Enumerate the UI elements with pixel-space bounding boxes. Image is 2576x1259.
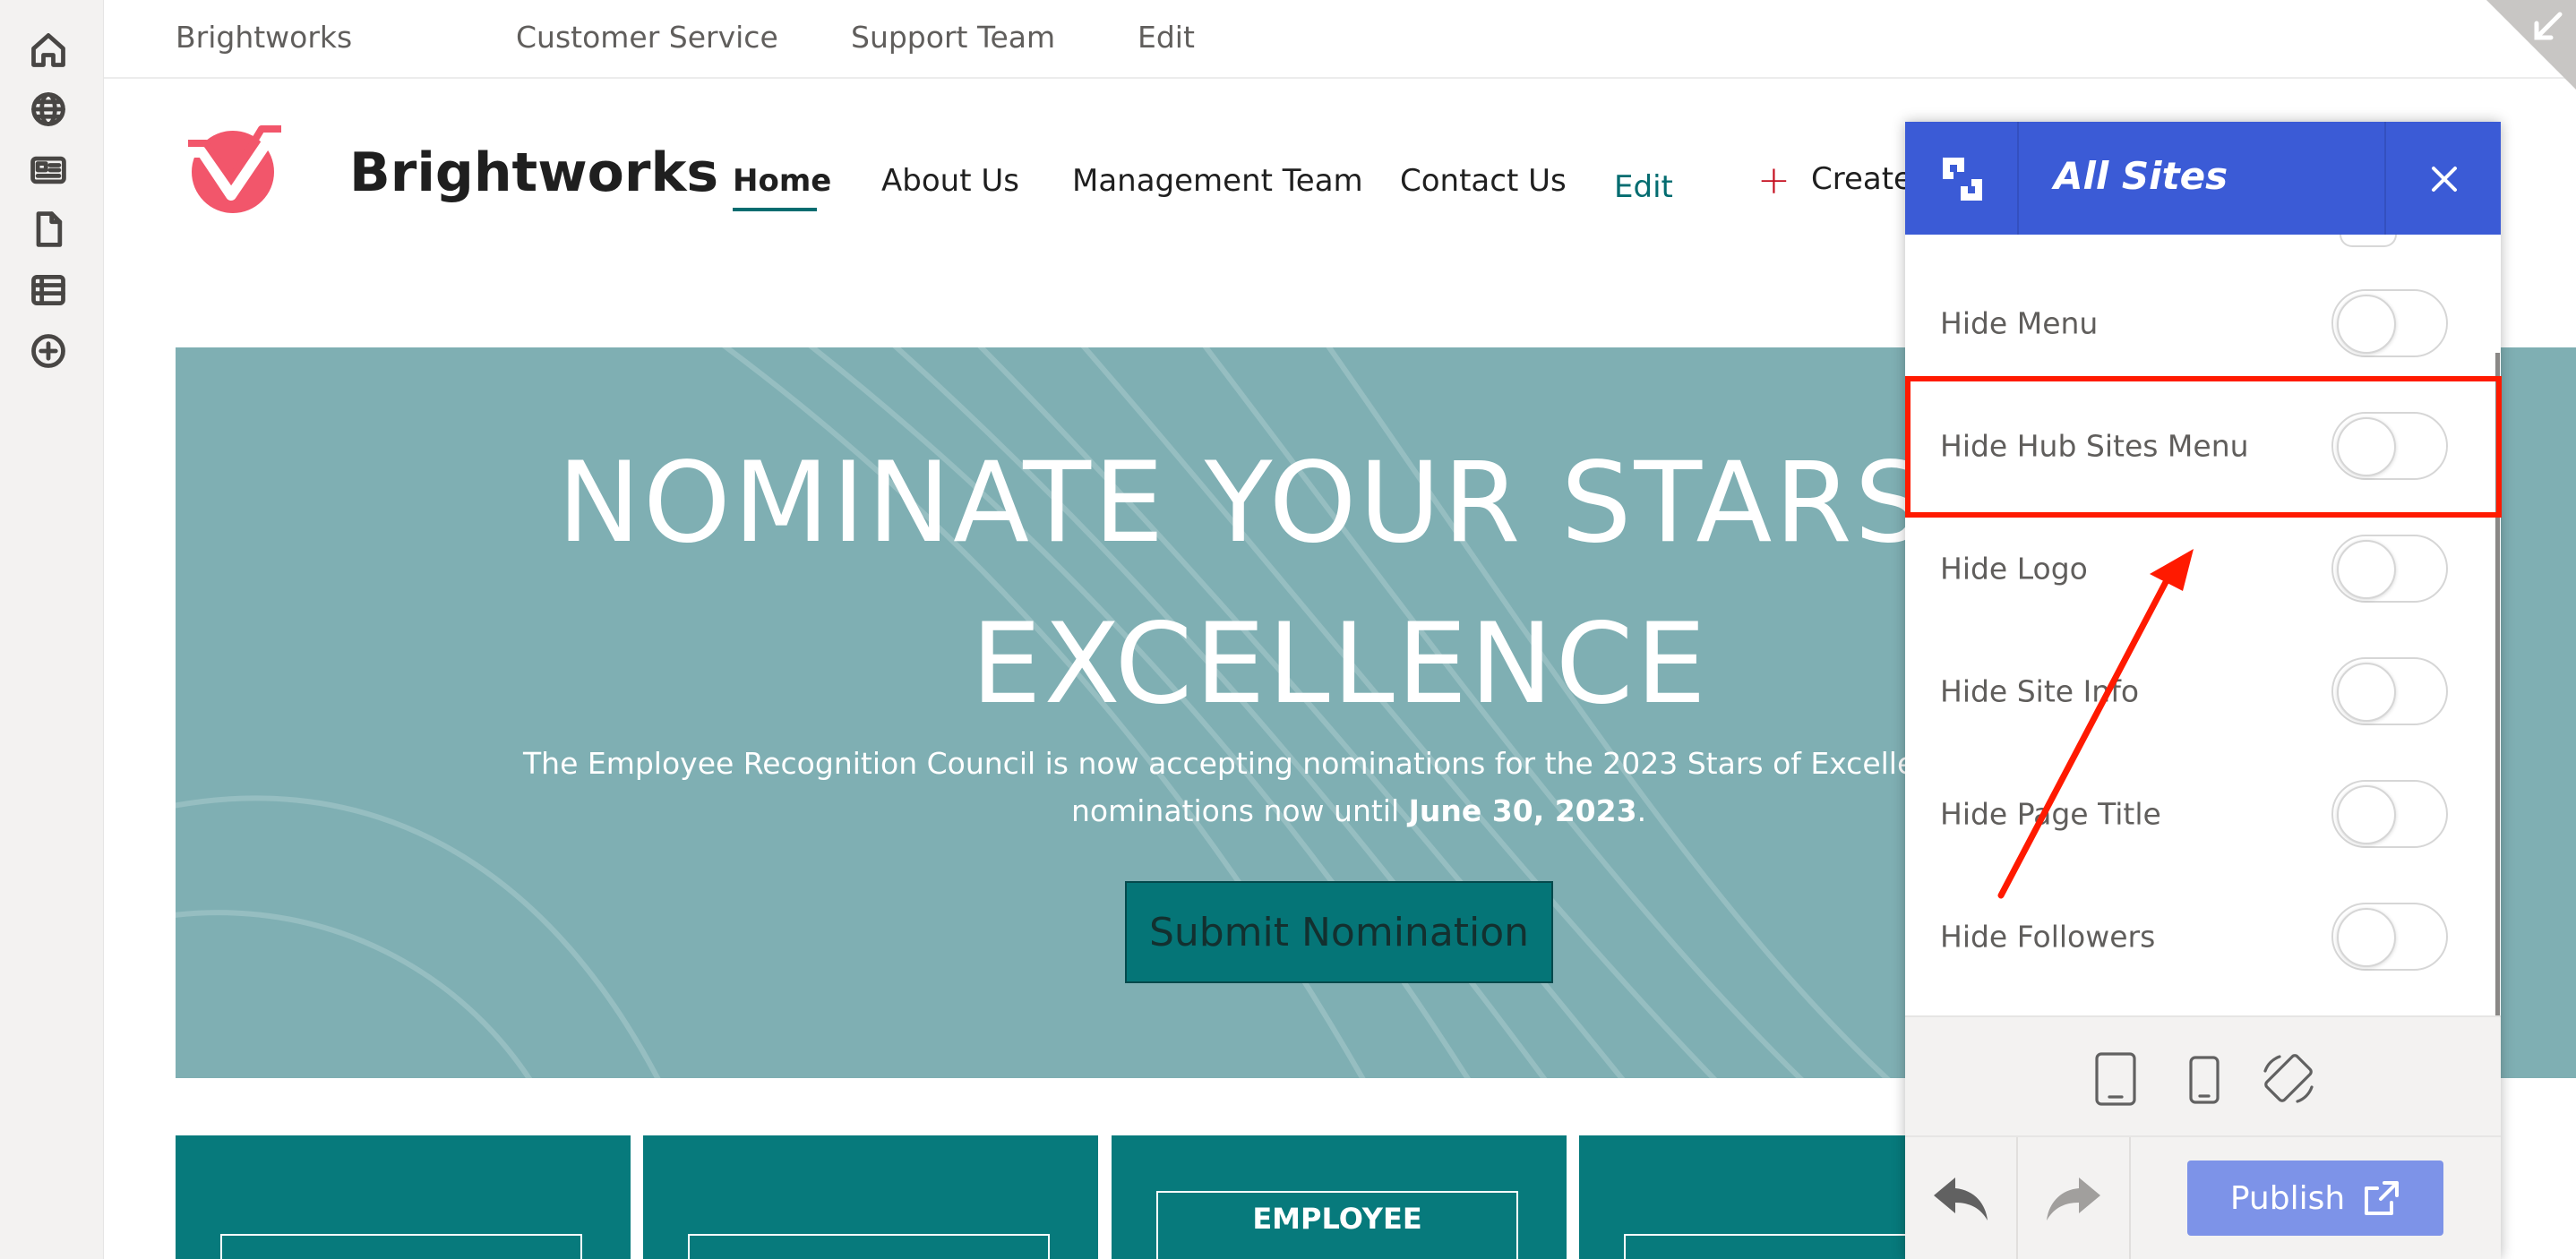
hide-followers-toggle[interactable] bbox=[2331, 902, 2448, 971]
hub-link-brightworks[interactable]: Brightworks bbox=[176, 20, 352, 55]
device-preview-bar bbox=[1905, 1015, 2501, 1135]
undo-icon[interactable] bbox=[1905, 1137, 2018, 1259]
tile-frame bbox=[688, 1234, 1050, 1259]
quick-link-tile[interactable] bbox=[176, 1135, 631, 1259]
expand-corner[interactable] bbox=[2486, 0, 2576, 90]
toggle-label: Hide Followers bbox=[1940, 919, 2156, 954]
toggle-label: Hide Site Info bbox=[1940, 673, 2140, 708]
hide-hub-sites-menu-toggle[interactable] bbox=[2331, 411, 2448, 480]
toggle-row-hide-menu: Hide Menu bbox=[1905, 261, 2501, 384]
quick-link-tile[interactable]: EMPLOYEE bbox=[1112, 1135, 1567, 1259]
toggle-row-hide-logo: Hide Logo bbox=[1905, 507, 2501, 630]
hide-logo-toggle[interactable] bbox=[2331, 534, 2448, 603]
phone-icon[interactable] bbox=[2186, 1055, 2222, 1109]
nav-contact-us[interactable]: Contact Us bbox=[1400, 163, 1567, 199]
header-divider bbox=[2384, 122, 2386, 235]
home-icon[interactable] bbox=[25, 27, 72, 73]
panel-title: All Sites bbox=[2054, 154, 2228, 198]
tile-label: EMPLOYEE bbox=[1252, 1202, 1422, 1236]
nav-management-team[interactable]: Management Team bbox=[1072, 163, 1363, 199]
quick-link-tile[interactable] bbox=[643, 1135, 1098, 1259]
tablet-icon[interactable] bbox=[2093, 1051, 2138, 1110]
hub-link-edit[interactable]: Edit bbox=[1138, 20, 1195, 55]
list-icon[interactable] bbox=[25, 267, 72, 313]
toggle-label: Hide Menu bbox=[1940, 305, 2099, 340]
tile-frame bbox=[220, 1234, 582, 1259]
toggle-label: Hide Hub Sites Menu bbox=[1940, 428, 2249, 463]
site-logo bbox=[176, 125, 296, 213]
hub-link-customer-service[interactable]: Customer Service bbox=[516, 20, 778, 55]
hide-page-title-toggle[interactable] bbox=[2331, 779, 2448, 848]
publish-label: Publish bbox=[2229, 1179, 2346, 1217]
toggle-row-hide-followers: Hide Followers bbox=[1905, 875, 2501, 998]
tile-frame: EMPLOYEE bbox=[1156, 1191, 1518, 1259]
publish-button[interactable]: Publish bbox=[2187, 1161, 2443, 1236]
app-rail bbox=[0, 0, 104, 1259]
header-divider bbox=[2017, 122, 2019, 235]
partial-toggle bbox=[2340, 235, 2397, 247]
toggle-row-hide-site-info: Hide Site Info bbox=[1905, 630, 2501, 752]
app-logo-icon bbox=[1943, 158, 1982, 201]
nav-active-indicator bbox=[733, 208, 817, 211]
hero-deadline-suffix: . bbox=[1636, 793, 1647, 828]
hero-description-line2: nominations now until June 30, 2023. bbox=[1071, 793, 1646, 828]
redo-icon[interactable] bbox=[2018, 1137, 2131, 1259]
nav-home[interactable]: Home bbox=[733, 163, 831, 199]
panel-scroll-area[interactable]: Hide Menu Hide Hub Sites Menu Hide Logo … bbox=[1905, 235, 2501, 1128]
document-icon[interactable] bbox=[25, 206, 72, 253]
news-icon[interactable] bbox=[25, 147, 72, 193]
rotate-device-icon[interactable] bbox=[2260, 1051, 2317, 1110]
toggle-row-hide-hub-sites-menu: Hide Hub Sites Menu bbox=[1905, 384, 2501, 507]
hub-link-support-team[interactable]: Support Team bbox=[851, 20, 1055, 55]
nav-edit-link[interactable]: Edit bbox=[1614, 169, 1673, 205]
create-button[interactable]: Create bbox=[1811, 161, 1912, 197]
toggle-label: Hide Page Title bbox=[1940, 796, 2161, 831]
hide-menu-toggle[interactable] bbox=[2331, 288, 2448, 357]
globe-icon[interactable] bbox=[25, 86, 72, 133]
nav-about-us[interactable]: About Us bbox=[881, 163, 1019, 199]
hero-deadline-prefix: nominations now until bbox=[1071, 793, 1409, 828]
submit-nomination-button[interactable]: Submit Nomination bbox=[1125, 881, 1553, 983]
hero-deadline-date: June 30, 2023 bbox=[1408, 793, 1637, 828]
close-icon[interactable] bbox=[2426, 161, 2462, 197]
collapse-arrow-icon bbox=[2534, 12, 2563, 40]
plus-icon: + bbox=[1757, 158, 1790, 203]
panel-action-bar: Publish bbox=[1905, 1135, 2501, 1259]
settings-panel: All Sites Hide Menu Hide Hub Sites Menu … bbox=[1905, 122, 2501, 1259]
hide-site-info-toggle[interactable] bbox=[2331, 656, 2448, 725]
toggle-row-hide-page-title: Hide Page Title bbox=[1905, 752, 2501, 875]
site-title[interactable]: Brightworks bbox=[349, 141, 718, 204]
hub-navigation-bar: Brightworks Customer Service Support Tea… bbox=[104, 0, 2576, 79]
panel-header: All Sites bbox=[1905, 122, 2501, 235]
add-circle-icon[interactable] bbox=[25, 328, 72, 374]
toggle-label: Hide Logo bbox=[1940, 551, 2088, 586]
open-external-icon bbox=[2365, 1181, 2400, 1215]
